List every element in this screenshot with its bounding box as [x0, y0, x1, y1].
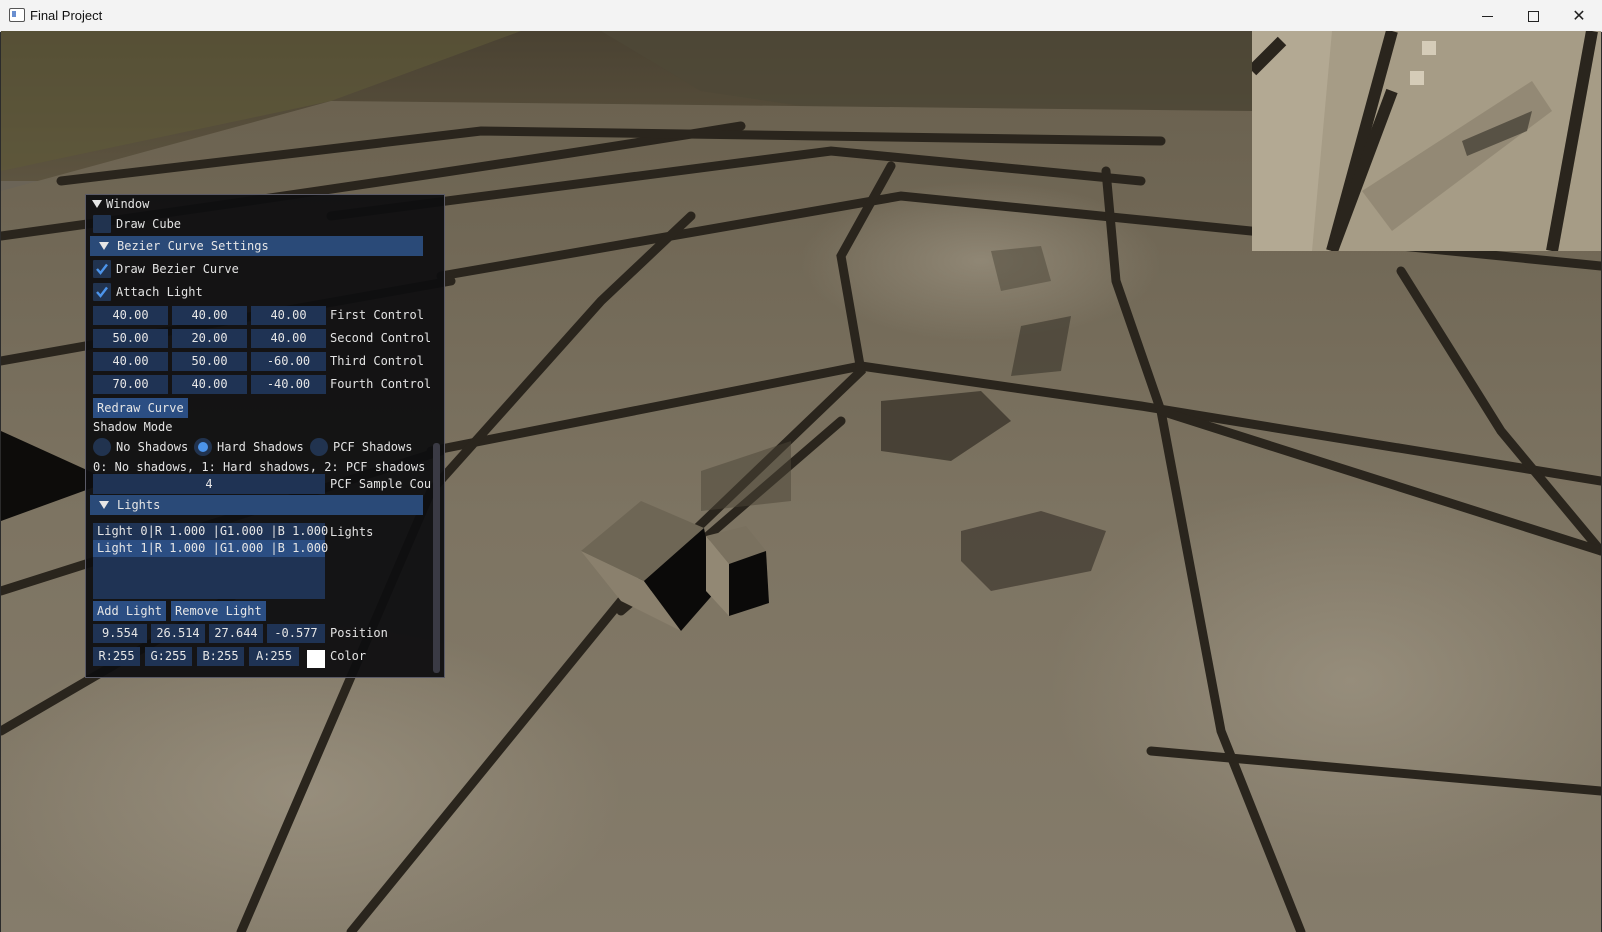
lights-label: Lights [330, 525, 374, 539]
radio-no-shadows[interactable] [93, 438, 111, 456]
no-shadows-label: No Shadows [116, 440, 189, 454]
fourth-control-x[interactable]: 70.00 [93, 375, 168, 394]
pcf-sample-slider[interactable]: 4 [93, 474, 325, 494]
pcf-shadows-label: PCF Shadows [333, 440, 413, 454]
maximize-button[interactable] [1510, 0, 1556, 31]
lights-header[interactable]: Lights [90, 495, 423, 515]
draw-cube-label: Draw Cube [116, 217, 182, 231]
first-control-x[interactable]: 40.00 [93, 306, 168, 325]
panel-scrollbar[interactable] [433, 443, 440, 673]
close-icon: ✕ [1572, 6, 1586, 25]
pcf-sample-label: PCF Sample Cou [330, 477, 432, 491]
color-a[interactable]: A:255 [249, 647, 299, 666]
title-bar: Final Project ✕ [0, 0, 1602, 32]
attach-light-checkbox[interactable] [93, 283, 111, 301]
draw-bezier-checkbox[interactable] [93, 260, 111, 278]
fourth-control-label: Fourth Control [330, 377, 432, 391]
position-w[interactable]: -0.577 [267, 624, 325, 643]
first-control-y[interactable]: 40.00 [172, 306, 247, 325]
redraw-curve-button[interactable]: Redraw Curve [93, 398, 188, 418]
position-z[interactable]: 27.644 [209, 624, 263, 643]
third-control-z[interactable]: -60.00 [251, 352, 326, 371]
second-control-x[interactable]: 50.00 [93, 329, 168, 348]
list-item[interactable]: Light 0|R 1.000 |G1.000 |B 1.000 [93, 523, 328, 540]
bezier-header-label: Bezier Curve Settings [117, 239, 269, 253]
settings-panel[interactable]: Window Draw Cube Bezier Curve Settings D… [85, 194, 445, 678]
first-control-label: First Control [330, 308, 424, 322]
hard-shadows-label: Hard Shadows [217, 440, 304, 454]
second-control-label: Second Control [330, 331, 432, 345]
third-control-label: Third Control [330, 354, 424, 368]
minimize-icon [1481, 16, 1493, 17]
second-control-y[interactable]: 20.00 [172, 329, 247, 348]
maximize-icon [1527, 11, 1539, 22]
panel-title-bar[interactable]: Window [86, 195, 444, 213]
check-icon [96, 286, 108, 298]
draw-bezier-label: Draw Bezier Curve [116, 262, 239, 276]
chevron-down-icon [99, 242, 109, 250]
shadow-help-text: 0: No shadows, 1: Hard shadows, 2: PCF s… [93, 460, 426, 474]
check-icon [96, 263, 108, 275]
shadow-mode-label: Shadow Mode [93, 420, 173, 434]
position-y[interactable]: 26.514 [151, 624, 205, 643]
color-b[interactable]: B:255 [197, 647, 244, 666]
lights-header-label: Lights [117, 498, 161, 512]
third-control-x[interactable]: 40.00 [93, 352, 168, 371]
panel-title: Window [106, 197, 150, 211]
first-control-z[interactable]: 40.00 [251, 306, 326, 325]
lights-listbox[interactable]: Light 0|R 1.000 |G1.000 |B 1.000 Light 1… [93, 523, 328, 599]
color-label: Color [330, 649, 367, 663]
position-x[interactable]: 9.554 [93, 624, 147, 643]
close-button[interactable]: ✕ [1556, 0, 1602, 31]
radio-pcf-shadows[interactable] [310, 438, 328, 456]
add-light-button[interactable]: Add Light [93, 601, 167, 621]
bezier-settings-header[interactable]: Bezier Curve Settings [90, 236, 423, 256]
color-g[interactable]: G:255 [145, 647, 192, 666]
draw-cube-checkbox[interactable] [93, 215, 111, 233]
window-title: Final Project [30, 8, 103, 23]
fourth-control-z[interactable]: -40.00 [251, 375, 326, 394]
fourth-control-y[interactable]: 40.00 [172, 375, 247, 394]
chevron-down-icon [99, 501, 109, 509]
color-r[interactable]: R:255 [93, 647, 140, 666]
minimize-button[interactable] [1464, 0, 1510, 31]
attach-light-label: Attach Light [116, 285, 203, 299]
list-item[interactable]: Light 1|R 1.000 |G1.000 |B 1.000 [93, 540, 328, 557]
radio-hard-shadows[interactable] [194, 438, 212, 456]
shadow-map-preview [1252, 31, 1601, 251]
third-control-y[interactable]: 50.00 [172, 352, 247, 371]
second-control-z[interactable]: 40.00 [251, 329, 326, 348]
position-label: Position [330, 626, 388, 640]
color-swatch[interactable] [307, 650, 325, 668]
remove-light-button[interactable]: Remove Light [171, 601, 266, 621]
app-icon [9, 8, 25, 22]
collapse-arrow-icon[interactable] [92, 200, 102, 208]
